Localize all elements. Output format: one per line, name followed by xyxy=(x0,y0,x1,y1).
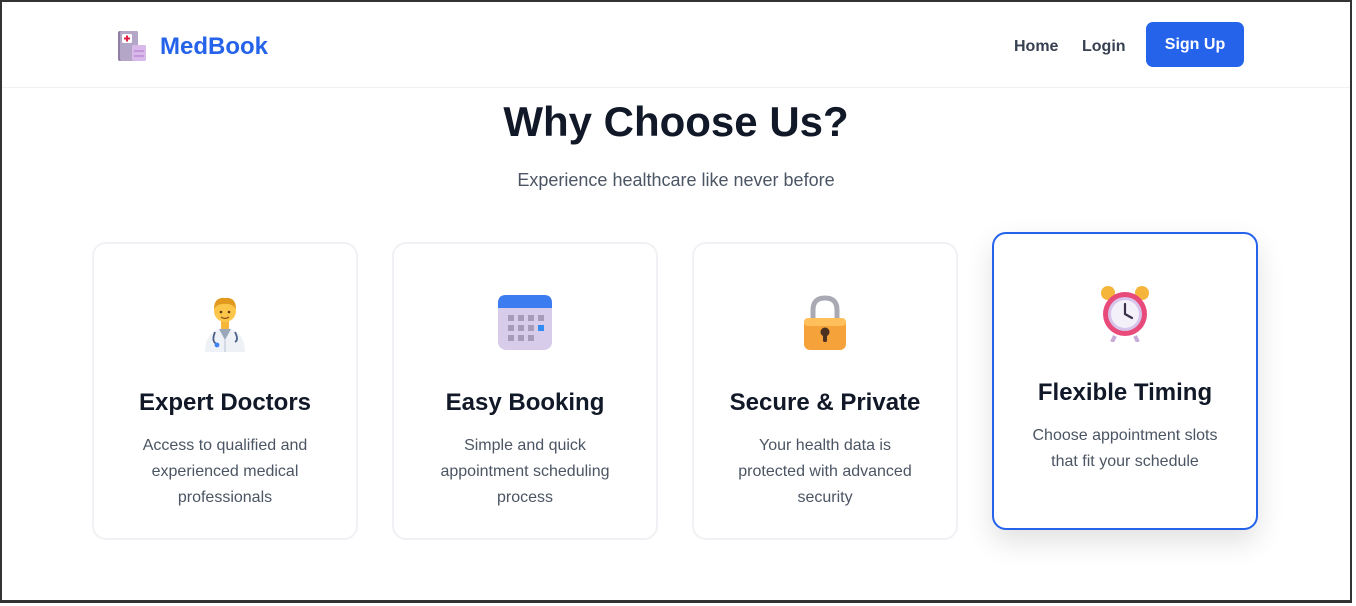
feature-description: Your health data is protected with advan… xyxy=(738,437,912,506)
alarm-clock-icon xyxy=(994,284,1256,344)
brand-name: MedBook xyxy=(160,32,268,60)
feature-title: Flexible Timing xyxy=(1037,379,1213,406)
nav-login-link[interactable]: Login xyxy=(1082,38,1126,56)
calendar-icon xyxy=(394,294,656,354)
feature-description: Choose appointment slots that fit your s… xyxy=(1032,427,1218,470)
nav-home-link[interactable]: Home xyxy=(1014,38,1058,56)
brand-logo[interactable]: MedBook xyxy=(116,30,268,63)
section-title: Why Choose Us? xyxy=(503,98,849,145)
lock-icon xyxy=(694,294,956,354)
navbar: MedBook Home Login Sign Up xyxy=(2,2,1350,88)
feature-title: Secure & Private xyxy=(729,389,921,416)
medical-notebook-icon xyxy=(118,31,146,61)
doctor-icon xyxy=(94,294,356,354)
feature-card-easy-booking[interactable]: Easy Booking Simple and quick appointmen… xyxy=(392,242,658,540)
feature-card-secure-private[interactable]: Secure & Private Your health data is pro… xyxy=(692,242,958,540)
feature-description: Access to qualified and experienced medi… xyxy=(142,437,308,506)
feature-description: Simple and quick appointment scheduling … xyxy=(440,437,610,506)
feature-card-expert-doctors[interactable]: Expert Doctors Access to qualified and e… xyxy=(92,242,358,540)
feature-title: Expert Doctors xyxy=(138,389,312,416)
section-subtitle: Experience healthcare like never before xyxy=(517,170,835,190)
signup-button[interactable]: Sign Up xyxy=(1146,22,1244,67)
feature-card-flexible-timing[interactable]: Flexible Timing Choose appointment slots… xyxy=(992,232,1258,530)
feature-title: Easy Booking xyxy=(445,389,605,416)
